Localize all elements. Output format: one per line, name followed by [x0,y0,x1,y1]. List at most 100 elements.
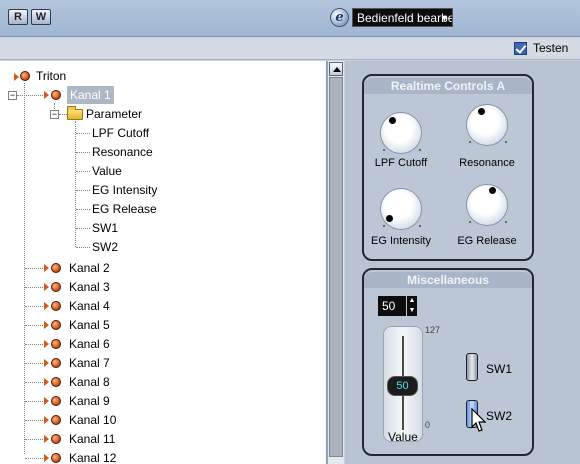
collapse-toggle[interactable]: − [50,110,59,119]
tree-item-param[interactable]: Resonance [92,143,153,161]
channel-icon [51,301,61,311]
knob[interactable] [380,188,422,230]
tree-item-param[interactable]: Value [92,162,122,180]
tree-line [25,287,43,288]
knob[interactable] [466,184,508,226]
tree-line [76,171,90,172]
expand-arrow-icon[interactable] [44,340,49,348]
tree-line [76,190,90,191]
scroll-thumb[interactable] [329,77,343,457]
spin-arrows-icon[interactable]: ▲ ▼ [407,296,417,316]
tree-item-param[interactable]: LPF Cutoff [92,124,149,142]
tree-item-param[interactable]: EG Intensity [92,181,157,199]
tree-item-channel[interactable]: Kanal 9 [69,392,110,410]
knob-tick [504,220,507,223]
tree-line [76,152,90,153]
tree-item-channel[interactable]: Kanal 2 [69,259,110,277]
knob-tick [418,224,421,227]
knob-label: LPF Cutoff [374,157,428,169]
mode-dropdown[interactable]: Bedienfeld bearbei ▼ [352,8,453,27]
channel-icon [51,90,61,100]
tree-item-channel[interactable]: Kanal 6 [69,335,110,353]
knob-tick [418,148,421,151]
channel-icon [51,358,61,368]
tree-item-channel[interactable]: Kanal 7 [69,354,110,372]
channel-icon [51,320,61,330]
tree-item-channel[interactable]: Kanal 12 [69,449,116,464]
tree-item-param[interactable]: EG Release [92,200,157,218]
knob[interactable] [466,104,508,146]
testen-checkbox[interactable] [514,42,527,55]
expand-arrow-icon[interactable] [44,378,49,386]
knob-label: EG Release [457,235,517,247]
tree-panel: Triton − Kanal 1 − Parameter LPF Cutoff R… [0,61,327,464]
tree-item-parameter[interactable]: Parameter [86,105,142,123]
expand-arrow-icon[interactable] [44,264,49,272]
tree-root-triton[interactable]: Triton [36,67,66,85]
tree-item-channel[interactable]: Kanal 11 [69,430,115,448]
expand-arrow-icon[interactable] [44,302,49,310]
tree-line [17,95,43,96]
tree-item-channel[interactable]: Kanal 3 [69,278,110,296]
edit-icon[interactable]: e [330,8,349,27]
scroll-up-button[interactable] [329,62,343,76]
testen-label: Testen [533,41,569,55]
tree-item-param[interactable]: SW1 [92,219,118,237]
expand-arrow-icon [14,73,19,81]
tree-line [25,363,43,364]
channel-icon [51,282,61,292]
channel-icon [51,415,61,425]
tree-line [25,458,43,459]
fader-label: Value [388,430,418,444]
tree-line [25,344,43,345]
fader-min-label: 0 [425,420,431,430]
expand-arrow-icon[interactable] [44,435,49,443]
tree-item-channel[interactable]: Kanal 5 [69,316,110,334]
group-title: Realtime Controls A [364,78,532,94]
expand-arrow-icon[interactable] [44,416,49,424]
tree-line [25,325,43,326]
tree-line [25,306,43,307]
device-icon [20,71,30,81]
mouse-cursor-icon [471,408,487,432]
expand-arrow-icon[interactable] [44,321,49,329]
tree-item-param[interactable]: SW2 [92,238,118,256]
tree-line [76,133,90,134]
mode-dropdown-value: Bedienfeld bearbei [357,11,453,25]
channel-icon [51,263,61,273]
expand-arrow-icon[interactable] [44,283,49,291]
tree-item-channel[interactable]: Kanal 10 [69,411,116,429]
tree-line [76,228,90,229]
channel-icon [51,377,61,387]
channel-icon [51,453,61,463]
tree-line [76,209,90,210]
knob-tick [469,140,472,143]
knob-tick [469,220,472,223]
sw2-label: SW2 [486,409,513,423]
group-title: Miscellaneous [364,272,532,288]
channel-icon [51,396,61,406]
expand-arrow-icon[interactable] [44,397,49,405]
value-spinbox[interactable]: 50 [378,296,406,316]
tree-line [25,401,43,402]
read-button[interactable]: R [8,9,28,25]
tree-item-kanal-1[interactable]: Kanal 1 [67,86,114,104]
channel-icon [51,434,61,444]
expand-arrow-icon[interactable] [44,454,49,462]
write-button[interactable]: W [31,9,51,25]
sw1-label: SW1 [486,362,513,376]
tree-line [76,247,90,248]
chevron-down-icon: ▼ [440,13,449,23]
tree-line [25,268,43,269]
sw1-switch[interactable] [466,353,478,381]
tree-item-channel[interactable]: Kanal 4 [69,297,110,315]
tree-item-channel[interactable]: Kanal 8 [69,373,110,391]
expand-arrow-icon [44,91,49,99]
expand-arrow-icon[interactable] [44,359,49,367]
knob-label: EG Intensity [371,235,431,247]
top-toolbar: R W e Bedienfeld bearbei ▼ [0,0,580,37]
collapse-toggle[interactable]: − [8,91,17,100]
options-bar: Testen [0,38,580,60]
tree-scrollbar[interactable] [327,61,344,464]
knob[interactable] [380,112,422,154]
